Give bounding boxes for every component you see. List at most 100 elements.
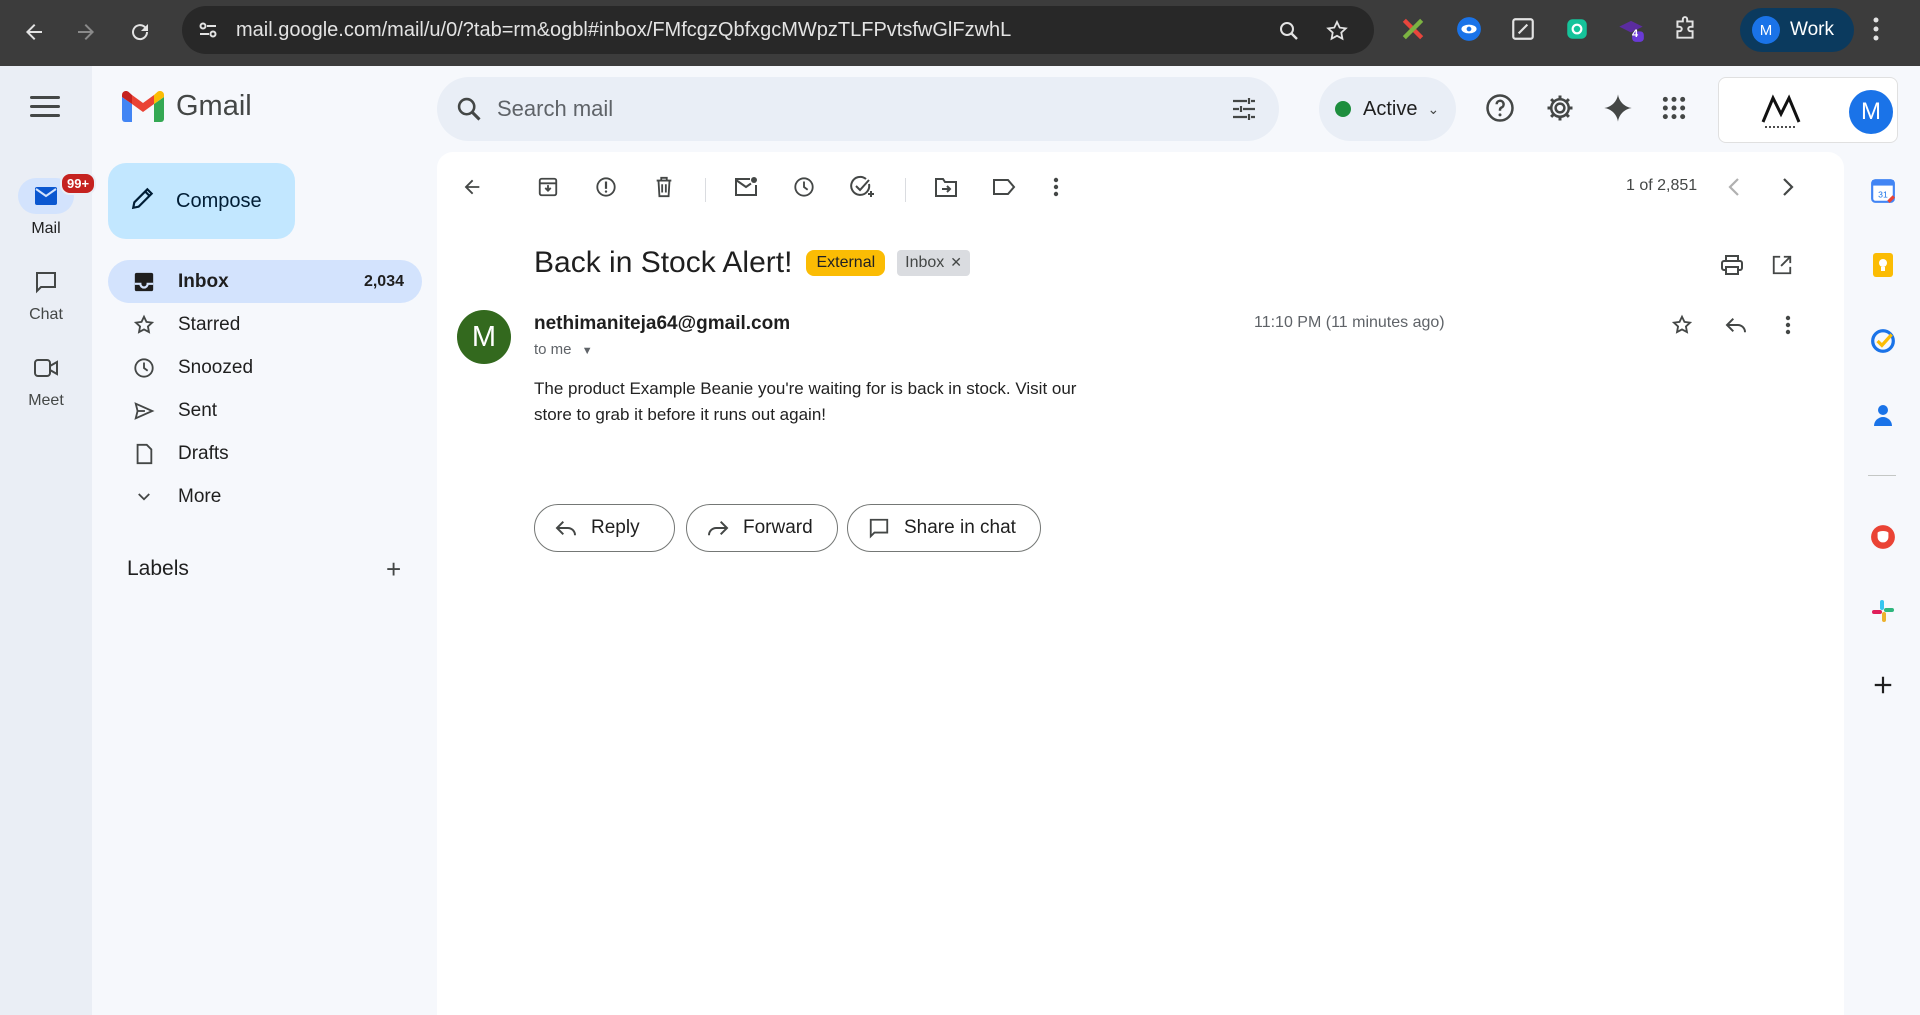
forward-arrow-icon bbox=[707, 519, 729, 537]
mail-nav: Inbox 2,034 Starred Snoozed Sent Drafts … bbox=[108, 260, 422, 518]
bookmark-star-icon[interactable] bbox=[1324, 18, 1350, 44]
address-bar[interactable]: mail.google.com/mail/u/0/?tab=rm&ogbl#in… bbox=[182, 6, 1374, 54]
extension-grammar-icon[interactable] bbox=[1562, 14, 1592, 44]
delete-icon[interactable] bbox=[649, 172, 679, 202]
nav-item-label: Inbox bbox=[178, 270, 229, 292]
status-dropdown[interactable]: Active ⌄ bbox=[1319, 77, 1456, 141]
add-label-icon[interactable]: + bbox=[386, 556, 401, 582]
reload-icon[interactable] bbox=[120, 12, 160, 52]
nav-item-starred[interactable]: Starred bbox=[108, 303, 422, 346]
email-timestamp: 11:10 PM (11 minutes ago) bbox=[1254, 314, 1445, 331]
contacts-icon[interactable] bbox=[1870, 402, 1896, 428]
tasks-icon[interactable] bbox=[1870, 328, 1896, 354]
calendar-icon[interactable]: 31 bbox=[1870, 178, 1896, 204]
apps-grid-icon[interactable] bbox=[1658, 92, 1690, 124]
back-to-inbox-icon[interactable] bbox=[457, 172, 487, 202]
mail-icon: 99+ bbox=[18, 172, 97, 214]
extension-hat-icon[interactable]: 4 bbox=[1616, 14, 1646, 44]
clock-icon bbox=[132, 356, 156, 380]
nav-item-label: Drafts bbox=[178, 442, 229, 464]
nav-item-snoozed[interactable]: Snoozed bbox=[108, 346, 422, 389]
account-area[interactable]: M bbox=[1718, 77, 1898, 143]
back-icon[interactable] bbox=[14, 12, 54, 52]
keep-icon[interactable] bbox=[1870, 252, 1896, 278]
move-to-icon[interactable] bbox=[931, 172, 961, 202]
profile-button[interactable]: M Work bbox=[1740, 8, 1854, 52]
snooze-icon[interactable] bbox=[789, 172, 819, 202]
open-new-window-icon[interactable] bbox=[1767, 250, 1797, 280]
account-avatar[interactable]: M bbox=[1849, 90, 1893, 134]
email-body: The product Example Beanie you're waitin… bbox=[534, 379, 1077, 424]
settings-gear-icon[interactable] bbox=[1544, 92, 1576, 124]
chevron-down-icon bbox=[132, 485, 156, 509]
label-icon[interactable] bbox=[989, 172, 1019, 202]
extension-badge: 4 bbox=[1632, 28, 1639, 40]
search-icon[interactable] bbox=[455, 95, 483, 128]
mail-badge: 99+ bbox=[60, 172, 97, 195]
search-options-icon[interactable] bbox=[1231, 97, 1257, 126]
recipients-label: to me bbox=[534, 341, 572, 358]
remove-label-icon[interactable]: ✕ bbox=[950, 254, 962, 270]
newer-chevron-left-icon[interactable] bbox=[1719, 172, 1749, 202]
print-icon[interactable] bbox=[1717, 250, 1747, 280]
help-icon[interactable] bbox=[1484, 92, 1516, 124]
star-message-icon[interactable] bbox=[1667, 310, 1697, 340]
pencil-icon bbox=[130, 185, 156, 217]
video-icon bbox=[18, 350, 74, 386]
search-input[interactable] bbox=[497, 93, 1177, 125]
email-subject: Back in Stock Alert! bbox=[534, 246, 793, 279]
archive-icon[interactable] bbox=[533, 172, 563, 202]
rail-mail-label: Mail bbox=[31, 220, 61, 237]
nav-item-label: Sent bbox=[178, 399, 218, 421]
caret-down-icon: ▼ bbox=[581, 345, 593, 357]
app-rail: 99+ Mail Chat Meet bbox=[0, 66, 97, 1015]
addon-shield-icon[interactable] bbox=[1870, 524, 1896, 550]
sender-email[interactable]: nethimaniteja64@gmail.com bbox=[534, 313, 790, 335]
sender-avatar[interactable]: M bbox=[457, 310, 511, 364]
gemini-sparkle-icon[interactable] bbox=[1602, 92, 1634, 124]
organization-logo-icon bbox=[1759, 92, 1803, 135]
compose-button[interactable]: Compose bbox=[108, 163, 295, 239]
draft-icon bbox=[132, 442, 156, 466]
gmail-logo[interactable]: Gmail bbox=[122, 90, 252, 123]
chat-bubble-icon bbox=[868, 517, 890, 539]
get-addons-plus-icon[interactable] bbox=[1870, 672, 1896, 698]
site-info-icon[interactable] bbox=[196, 18, 220, 42]
nav-item-sent[interactable]: Sent bbox=[108, 389, 422, 432]
search-bar bbox=[437, 77, 1279, 141]
rail-meet[interactable]: Meet bbox=[0, 350, 92, 410]
message-view: 1 of 2,851 Back in Stock Alert! External… bbox=[437, 152, 1844, 1015]
add-to-tasks-icon[interactable] bbox=[847, 172, 877, 202]
browser-toolbar: mail.google.com/mail/u/0/?tab=rm&ogbl#in… bbox=[0, 0, 1920, 66]
gmail-m-icon bbox=[122, 90, 164, 122]
main-menu-icon[interactable] bbox=[30, 96, 60, 120]
extension-edit-icon[interactable] bbox=[1508, 14, 1538, 44]
share-in-chat-button[interactable]: Share in chat bbox=[847, 504, 1041, 552]
extension-x-icon[interactable] bbox=[1398, 14, 1428, 44]
older-chevron-right-icon[interactable] bbox=[1773, 172, 1803, 202]
extensions-puzzle-icon[interactable] bbox=[1670, 14, 1700, 44]
message-more-icon[interactable] bbox=[1773, 310, 1803, 340]
more-options-icon[interactable] bbox=[1041, 172, 1071, 202]
mark-unread-icon[interactable] bbox=[731, 172, 761, 202]
nav-item-inbox[interactable]: Inbox 2,034 bbox=[108, 260, 422, 303]
forward-button[interactable]: Forward bbox=[686, 504, 838, 552]
report-spam-icon[interactable] bbox=[591, 172, 621, 202]
rail-mail[interactable]: 99+ Mail bbox=[0, 172, 97, 238]
recipients-toggle[interactable]: to me ▼ bbox=[534, 341, 593, 358]
nav-item-label: Snoozed bbox=[178, 356, 254, 378]
url-text[interactable]: mail.google.com/mail/u/0/?tab=rm&ogbl#in… bbox=[236, 19, 1011, 42]
nav-item-more[interactable]: More bbox=[108, 475, 422, 518]
compose-label: Compose bbox=[176, 189, 262, 212]
zoom-icon[interactable] bbox=[1276, 18, 1302, 44]
extension-eye-icon[interactable] bbox=[1454, 14, 1484, 44]
browser-menu-icon[interactable] bbox=[1872, 16, 1880, 49]
forward-icon[interactable] bbox=[66, 12, 106, 52]
reply-icon[interactable] bbox=[1721, 310, 1751, 340]
reply-button[interactable]: Reply bbox=[534, 504, 675, 552]
slack-icon[interactable] bbox=[1870, 598, 1896, 624]
rail-chat[interactable]: Chat bbox=[0, 264, 92, 324]
share-label: Share in chat bbox=[904, 517, 1016, 538]
star-icon bbox=[132, 313, 156, 337]
nav-item-drafts[interactable]: Drafts bbox=[108, 432, 422, 475]
